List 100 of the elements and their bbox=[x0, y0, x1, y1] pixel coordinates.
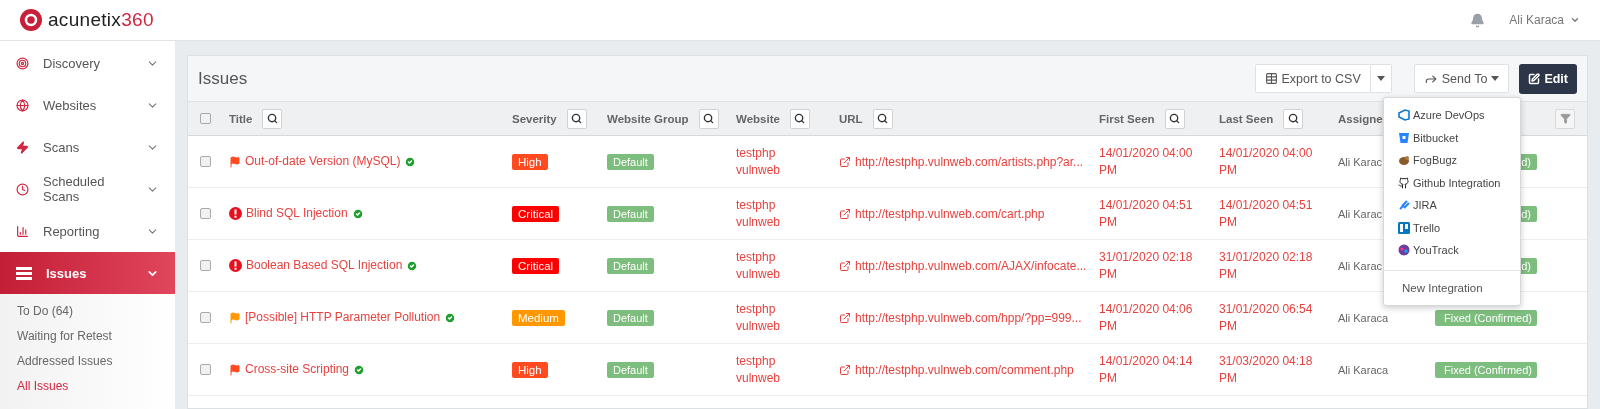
assignee-name: Ali Karaca bbox=[1338, 311, 1389, 324]
check-circle-icon bbox=[444, 311, 457, 324]
cloud-icon bbox=[1398, 109, 1410, 122]
export-button[interactable]: Export to CSV bbox=[1254, 64, 1371, 93]
search-button[interactable] bbox=[1164, 108, 1185, 129]
first-seen-date: 14/01/2020 04:14 PM bbox=[1099, 352, 1194, 387]
last-seen-date: 14/01/2020 04:00 PM bbox=[1219, 144, 1314, 179]
sidebar-item[interactable]: Issues bbox=[0, 252, 175, 294]
sidebar-item[interactable]: Websites bbox=[0, 84, 175, 126]
new-integration-item[interactable]: New Integration bbox=[1384, 269, 1520, 305]
flag-icon bbox=[229, 311, 241, 324]
row-checkbox[interactable] bbox=[200, 364, 211, 375]
column-header: Severity bbox=[512, 112, 557, 125]
logo-icon bbox=[20, 9, 42, 31]
flag-icon bbox=[229, 363, 241, 376]
bucket-icon bbox=[1398, 131, 1410, 144]
row-checkbox[interactable] bbox=[200, 312, 211, 323]
dropdown-button[interactable] bbox=[1370, 64, 1392, 93]
external-link-icon bbox=[839, 259, 851, 272]
assignee-name: Ali Karaca bbox=[1338, 363, 1389, 376]
menu-item[interactable]: Bitbucket bbox=[1384, 126, 1520, 149]
user-menu[interactable]: Ali Karaca bbox=[1509, 13, 1580, 27]
last-seen-date: 14/01/2020 04:51 PM bbox=[1219, 196, 1314, 231]
url-link[interactable]: http://testphp.vulnweb.com/AJAX/infocate... bbox=[839, 258, 1099, 273]
submenu-item[interactable]: Addressed Issues bbox=[17, 352, 175, 371]
issue-title-link[interactable]: Boolean Based SQL Injection bbox=[246, 257, 403, 274]
url-link[interactable]: http://testphp.vulnweb.com/artists.php?ar... bbox=[839, 154, 1099, 169]
website-link[interactable]: testphp vulnweb bbox=[736, 144, 796, 179]
sidebar-label: Scans bbox=[43, 139, 81, 155]
check-circle-icon bbox=[404, 155, 417, 168]
external-link-icon bbox=[839, 155, 851, 168]
issue-title-link[interactable]: Blind SQL Injection bbox=[246, 205, 348, 222]
group-tag: Default bbox=[607, 257, 654, 274]
column-header: Assigne bbox=[1338, 112, 1383, 125]
first-seen-date: 14/01/2020 04:51 PM bbox=[1099, 196, 1194, 231]
issue-title-link[interactable]: [Possible] HTTP Parameter Pollution bbox=[245, 309, 441, 326]
submenu-item[interactable]: To Do (64) bbox=[17, 302, 175, 321]
severity-badge: Critical bbox=[512, 257, 560, 274]
external-link-icon bbox=[839, 207, 851, 220]
check-circle-icon bbox=[406, 259, 419, 272]
status-badge: Fixed (Confirmed) bbox=[1435, 309, 1537, 326]
github-icon bbox=[1398, 176, 1410, 189]
issue-title-link[interactable]: Cross-site Scripting bbox=[245, 361, 350, 378]
submenu-item[interactable]: All Issues bbox=[17, 377, 175, 396]
menu-item[interactable]: Azure DevOps bbox=[1384, 104, 1520, 127]
issue-title-link[interactable]: Out-of-date Version (MySQL) bbox=[245, 153, 401, 170]
sidebar-item[interactable]: Discovery bbox=[0, 42, 175, 84]
search-button[interactable] bbox=[698, 108, 719, 129]
search-button[interactable] bbox=[1283, 108, 1304, 129]
submenu-item[interactable]: Waiting for Retest bbox=[17, 327, 175, 346]
website-link[interactable]: testphp vulnweb bbox=[736, 300, 796, 335]
exclamation-icon bbox=[229, 259, 242, 272]
bell-icon[interactable] bbox=[1470, 12, 1486, 28]
assignee-name: Ali Karac bbox=[1338, 207, 1383, 220]
sidebar-label: Reporting bbox=[43, 223, 101, 239]
search-button[interactable] bbox=[566, 108, 587, 129]
severity-badge: High bbox=[512, 361, 548, 378]
website-link[interactable]: testphp vulnweb bbox=[736, 352, 796, 387]
assignee-name: Ali Karac bbox=[1338, 155, 1383, 168]
group-tag: Default bbox=[607, 153, 654, 170]
column-header: Last Seen bbox=[1219, 112, 1274, 125]
panel-title: Issues bbox=[198, 68, 249, 89]
external-link-icon bbox=[839, 311, 851, 324]
sidebar-label: Discovery bbox=[43, 55, 102, 71]
filter-icon bbox=[1559, 113, 1571, 124]
last-seen-date: 31/01/2020 06:54 PM bbox=[1219, 300, 1314, 335]
status-badge: Fixed (Confirmed) bbox=[1435, 361, 1537, 378]
caret-icon bbox=[1491, 76, 1500, 81]
check-circle-icon bbox=[353, 363, 366, 376]
severity-badge: High bbox=[512, 153, 548, 170]
search-button[interactable] bbox=[872, 108, 893, 129]
group-tag: Default bbox=[607, 361, 654, 378]
sidebar-item[interactable]: Scheduled Scans bbox=[0, 168, 175, 210]
send-to-button[interactable]: Send To bbox=[1413, 64, 1510, 93]
website-link[interactable]: testphp vulnweb bbox=[736, 196, 796, 231]
last-seen-date: 31/01/2020 02:18 PM bbox=[1219, 248, 1314, 283]
search-icon bbox=[877, 113, 889, 124]
sidebar-item[interactable]: Scans bbox=[0, 126, 175, 168]
row-checkbox[interactable] bbox=[200, 260, 211, 271]
search-button[interactable] bbox=[789, 108, 810, 129]
search-button[interactable] bbox=[262, 108, 283, 129]
arrows-icon bbox=[1398, 199, 1410, 212]
filter-button[interactable] bbox=[1555, 108, 1575, 129]
menu-item[interactable]: Github Integration bbox=[1384, 171, 1520, 194]
row-checkbox[interactable] bbox=[200, 208, 211, 219]
url-link[interactable]: http://testphp.vulnweb.com/hpp/?pp=999... bbox=[839, 310, 1099, 325]
url-link[interactable]: http://testphp.vulnweb.com/cart.php bbox=[839, 206, 1099, 221]
url-link[interactable]: http://testphp.vulnweb.com/comment.php bbox=[839, 362, 1099, 377]
search-icon bbox=[703, 113, 715, 124]
search-icon bbox=[1287, 113, 1299, 124]
select-all-checkbox[interactable] bbox=[200, 113, 211, 124]
search-icon bbox=[266, 113, 278, 124]
edit-button[interactable]: Edit bbox=[1519, 63, 1577, 94]
flag-icon bbox=[229, 155, 241, 168]
website-link[interactable]: testphp vulnweb bbox=[736, 248, 796, 283]
row-checkbox[interactable] bbox=[200, 156, 211, 167]
clock-icon bbox=[16, 182, 29, 196]
list-icon bbox=[16, 266, 32, 280]
assignee-name: Ali Karac bbox=[1338, 259, 1383, 272]
sidebar-item[interactable]: Reporting bbox=[0, 210, 175, 252]
